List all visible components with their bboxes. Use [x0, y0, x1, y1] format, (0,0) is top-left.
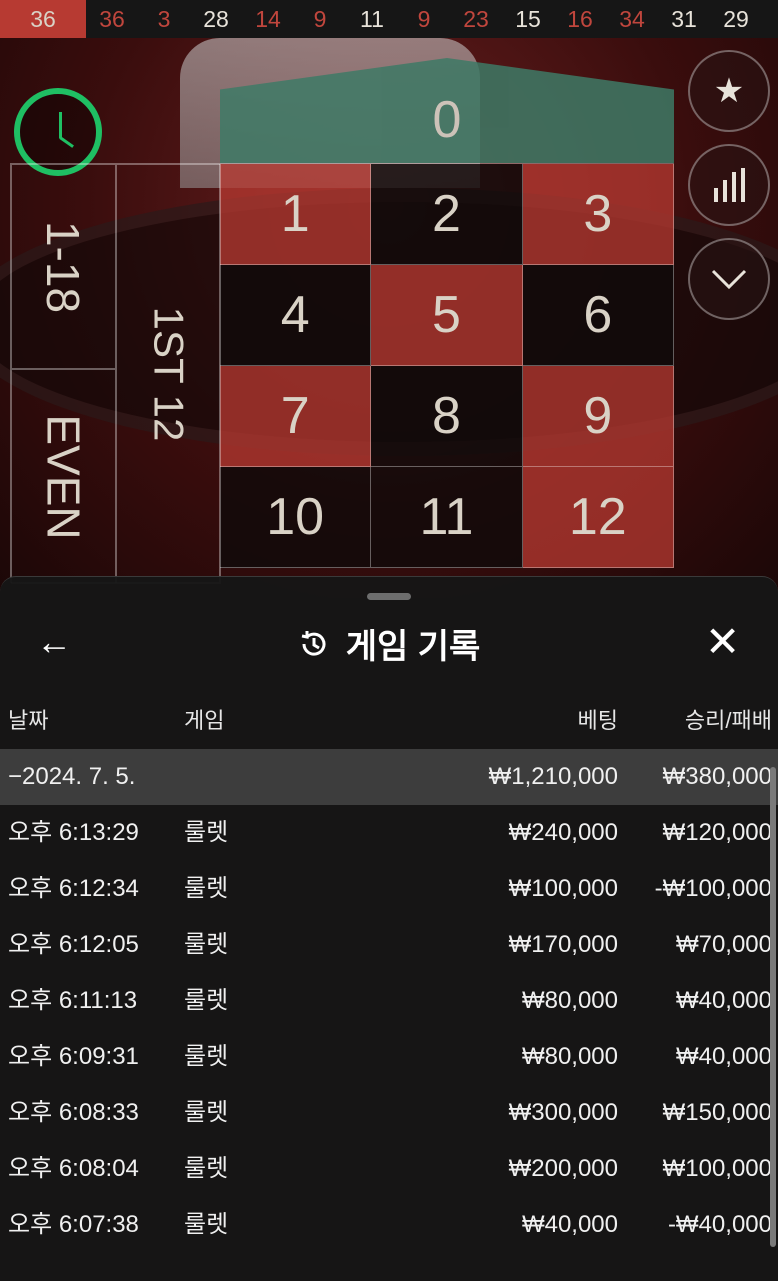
- history-icon: [301, 630, 326, 656]
- group-date: −2024. 7. 5.: [8, 763, 136, 790]
- low-bet-cell[interactable]: 1-18: [11, 164, 116, 369]
- row-win-loss: ₩40,000: [675, 987, 772, 1014]
- chevron-down-icon: [711, 269, 747, 290]
- group-bet-total: ₩1,210,000: [488, 763, 618, 790]
- latest-result: 36: [0, 0, 86, 38]
- panel-header: ← 게임 기록 ✕: [0, 607, 778, 673]
- favorite-button[interactable]: ★: [688, 50, 770, 132]
- result-number: 28: [203, 6, 229, 32]
- stats-icon: [713, 168, 745, 202]
- number-cell-9[interactable]: 9: [522, 366, 674, 467]
- row-bet: ₩80,000: [521, 1043, 618, 1070]
- row-time: 오후 6:12:34: [8, 875, 139, 902]
- header-win-loss[interactable]: 승리/패배: [685, 701, 772, 741]
- result-number: 23: [463, 6, 489, 32]
- group-win-total: ₩380,000: [662, 763, 772, 790]
- history-row[interactable]: 오후 6:08:04 룰렛 ₩200,000 ₩100,000: [0, 1141, 778, 1197]
- result-number: 16: [567, 6, 593, 32]
- number-cell-12[interactable]: 12: [522, 467, 674, 568]
- panel-title: 게임 기록: [345, 628, 481, 666]
- row-game: 룰렛: [184, 1155, 229, 1182]
- number-cell-8[interactable]: 8: [371, 366, 523, 467]
- row-bet: ₩300,000: [508, 1099, 618, 1126]
- result-number: 9: [313, 6, 327, 32]
- number-cell-5[interactable]: 5: [371, 265, 523, 366]
- result-number: 34: [619, 6, 645, 32]
- number-cell-2[interactable]: 2: [371, 164, 523, 265]
- row-win-loss: ₩40,000: [675, 1043, 772, 1070]
- date-group-row[interactable]: −2024. 7. 5. ₩1,210,000 ₩380,000: [0, 749, 778, 805]
- row-bet: ₩40,000: [521, 1211, 618, 1238]
- number-grid: 1 2 3 4 5 6 7 8 9 10 11 12: [220, 163, 674, 568]
- result-number: 9: [417, 6, 431, 32]
- result-number: 11: [360, 6, 384, 32]
- row-bet: ₩100,000: [508, 875, 618, 902]
- result-number: 3: [157, 6, 171, 32]
- number-cell-11[interactable]: 11: [371, 467, 523, 568]
- statistics-button[interactable]: [688, 144, 770, 226]
- row-win-loss: ₩100,000: [662, 1155, 772, 1182]
- table-header: 날짜 게임 베팅 승리/패배: [0, 701, 778, 741]
- game-area: ★ 0 1 2 3 4 5 6 7 8 9 10 11 12 1-18 EVEN 1ST 12: [0, 38, 778, 598]
- history-row[interactable]: 오후 6:13:29 룰렛 ₩240,000 ₩120,000: [0, 805, 778, 861]
- row-time: 오후 6:11:13: [8, 987, 138, 1014]
- row-game: 룰렛: [184, 987, 229, 1014]
- close-button[interactable]: ✕: [705, 617, 740, 666]
- collapse-button[interactable]: [688, 238, 770, 320]
- row-bet: ₩200,000: [508, 1155, 618, 1182]
- row-bet: ₩80,000: [521, 987, 618, 1014]
- number-cell-3[interactable]: 3: [522, 164, 674, 265]
- results-strip: 36 36 3 28 14 9 11 9 23 15 16 34 31 29: [0, 0, 778, 38]
- history-row[interactable]: 오후 6:12:05 룰렛 ₩170,000 ₩70,000: [0, 917, 778, 973]
- row-time: 오후 6:09:31: [8, 1043, 139, 1070]
- header-bet[interactable]: 베팅: [578, 701, 618, 741]
- row-game: 룰렛: [184, 875, 229, 902]
- result-number: 31: [671, 6, 697, 32]
- star-icon: ★: [713, 72, 745, 110]
- row-time: 오후 6:08:04: [8, 1155, 139, 1182]
- row-game: 룰렛: [184, 931, 229, 958]
- row-time: 오후 6:08:33: [8, 1099, 139, 1126]
- row-game: 룰렛: [184, 819, 229, 846]
- row-bet: ₩240,000: [508, 819, 618, 846]
- row-time: 오후 6:13:29: [8, 819, 139, 846]
- row-win-loss: ₩70,000: [675, 931, 772, 958]
- drag-handle[interactable]: [367, 593, 411, 600]
- row-win-loss: -₩40,000: [667, 1211, 772, 1238]
- game-history-panel: ← 게임 기록 ✕ 날짜 게임 베팅 승리/패배 −2024. 7. 5. ₩1…: [0, 576, 778, 1281]
- result-number: 14: [255, 6, 281, 32]
- history-row[interactable]: 오후 6:09:31 룰렛 ₩80,000 ₩40,000: [0, 1029, 778, 1085]
- row-win-loss: ₩150,000: [662, 1099, 772, 1126]
- row-time: 오후 6:07:38: [8, 1211, 139, 1238]
- number-cell-7[interactable]: 7: [220, 366, 372, 467]
- row-win-loss: -₩100,000: [654, 875, 772, 902]
- history-row[interactable]: 오후 6:11:13 룰렛 ₩80,000 ₩40,000: [0, 973, 778, 1029]
- number-cell-4[interactable]: 4: [220, 265, 372, 366]
- first-dozen-cell[interactable]: 1ST 12: [116, 164, 221, 584]
- row-game: 룰렛: [184, 1211, 229, 1238]
- result-number: 36: [99, 6, 125, 32]
- history-row[interactable]: 오후 6:08:33 룰렛 ₩300,000 ₩150,000: [0, 1085, 778, 1141]
- history-row[interactable]: 오후 6:07:38 룰렛 ₩40,000 -₩40,000: [0, 1197, 778, 1253]
- result-number: 15: [515, 6, 541, 32]
- number-cell-6[interactable]: 6: [522, 265, 674, 366]
- even-bet-cell[interactable]: EVEN: [11, 369, 116, 584]
- header-date[interactable]: 날짜: [8, 701, 48, 741]
- row-time: 오후 6:12:05: [8, 931, 139, 958]
- scrollbar[interactable]: [770, 767, 776, 1247]
- number-cell-10[interactable]: 10: [220, 467, 372, 568]
- history-row[interactable]: 오후 6:12:34 룰렛 ₩100,000 -₩100,000: [0, 861, 778, 917]
- row-game: 룰렛: [184, 1043, 229, 1070]
- number-cell-1[interactable]: 1: [220, 164, 372, 265]
- result-number: 29: [723, 6, 749, 32]
- row-game: 룰렛: [184, 1099, 229, 1126]
- outside-bets: 1-18 EVEN 1ST 12: [10, 163, 221, 584]
- header-game[interactable]: 게임: [184, 701, 224, 741]
- row-bet: ₩170,000: [508, 931, 618, 958]
- row-win-loss: ₩120,000: [662, 819, 772, 846]
